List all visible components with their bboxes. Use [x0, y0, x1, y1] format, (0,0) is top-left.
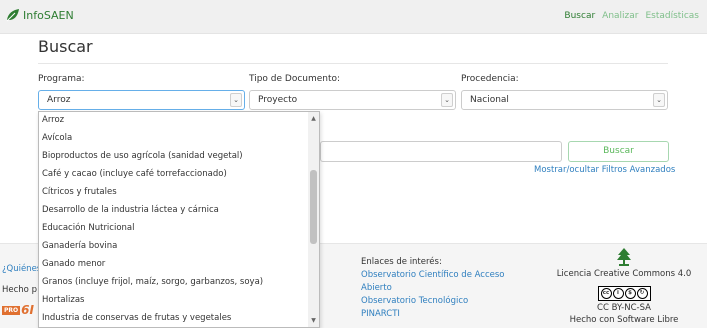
- cc-sa-icon: ↻: [636, 288, 648, 299]
- dropdown-option[interactable]: Café y cacao (incluye café torrefacciona…: [42, 165, 227, 183]
- dropdown-option[interactable]: Bioproductos de uso agrícola (sanidad ve…: [42, 147, 243, 165]
- dropdown-option[interactable]: Desarrollo de la industria láctea y cárn…: [42, 201, 219, 219]
- dropdown-option[interactable]: Arroz: [42, 112, 64, 129]
- nav-link-estadisticas[interactable]: Estadísticas: [645, 11, 699, 21]
- nav-links: Buscar Analizar Estadísticas: [564, 11, 699, 21]
- license-area: Licencia Creative Commons 4.0 cc i $ ↻ C…: [548, 248, 700, 325]
- toggle-advanced-filters-link[interactable]: Mostrar/ocultar Filtros Avanzados: [534, 165, 675, 175]
- footer-link-pinarcti[interactable]: PINARCTI: [361, 309, 400, 319]
- page-title: Buscar: [38, 37, 93, 56]
- brand-name: InfoSAEN: [23, 8, 74, 22]
- programa-dropdown-list: Arroz Avícola Bioproductos de uso agríco…: [38, 111, 320, 328]
- search-input[interactable]: [320, 141, 562, 162]
- dropdown-option[interactable]: Ganadería bovina: [42, 237, 117, 255]
- dropdown-option[interactable]: Educación Nutricional: [42, 219, 135, 237]
- dropdown-option[interactable]: Ganado menor: [42, 255, 105, 273]
- cc-icon: cc: [600, 288, 612, 299]
- procedencia-select-value: Nacional: [470, 95, 509, 105]
- leaf-icon: [6, 9, 19, 22]
- footer-link-observatorio-cientifico[interactable]: Observatorio Científico de Acceso: [361, 270, 505, 280]
- tree-icon: [617, 248, 631, 266]
- cc-by-icon: i: [612, 288, 624, 299]
- dropdown-option[interactable]: Hortalizas: [42, 291, 84, 309]
- chevron-down-icon: ⌄: [230, 93, 242, 107]
- partner-logo: PRO 6I: [2, 303, 34, 317]
- scroll-down-icon[interactable]: ▼: [308, 315, 319, 326]
- license-short: CC BY-NC-SA: [597, 303, 651, 313]
- cc-nc-icon: $: [624, 288, 636, 299]
- procedencia-label: Procedencia:: [461, 74, 519, 84]
- tipo-documento-label: Tipo de Documento:: [249, 74, 341, 84]
- search-button[interactable]: Buscar: [568, 141, 669, 162]
- chevron-down-icon: ⌄: [441, 93, 453, 107]
- about-link[interactable]: ¿Quiénes: [2, 264, 41, 274]
- divider: [38, 63, 668, 64]
- dropdown-option[interactable]: Avícola: [42, 129, 72, 147]
- license-text: Licencia Creative Commons 4.0: [556, 269, 692, 279]
- dropdown-option[interactable]: Granos (incluye frijol, maíz, sorgo, gar…: [42, 273, 263, 291]
- programa-label: Programa:: [38, 74, 85, 84]
- tipo-documento-select-value: Proyecto: [258, 95, 298, 105]
- dropdown-scrollbar[interactable]: ▲ ▼: [308, 112, 319, 327]
- tipo-documento-select[interactable]: Proyecto ⌄: [249, 90, 456, 110]
- nav-link-analizar[interactable]: Analizar: [602, 11, 638, 21]
- scroll-up-icon[interactable]: ▲: [308, 113, 319, 124]
- software-libre-text: Hecho con Software Libre: [569, 315, 679, 325]
- made-by-text: Hecho p: [2, 285, 37, 295]
- links-title: Enlaces de interés:: [361, 257, 442, 267]
- dropdown-option[interactable]: Cítricos y frutales: [42, 183, 117, 201]
- dropdown-option[interactable]: Industria de conservas de frutas y veget…: [42, 309, 231, 327]
- nav-link-buscar[interactable]: Buscar: [564, 11, 595, 21]
- scrollbar-thumb[interactable]: [310, 170, 317, 244]
- chevron-down-icon: ⌄: [653, 93, 665, 107]
- programa-select[interactable]: Arroz ⌄: [38, 90, 245, 110]
- cc-license-badge[interactable]: cc i $ ↻: [597, 286, 651, 301]
- partner-logo-text: 6I: [21, 303, 34, 317]
- footer-link-observatorio-tecnologico[interactable]: Observatorio Tecnológico: [361, 296, 468, 306]
- programa-select-value: Arroz: [47, 95, 71, 105]
- procedencia-select[interactable]: Nacional ⌄: [461, 90, 668, 110]
- partner-logo-badge: PRO: [2, 306, 21, 315]
- footer-link-abierto[interactable]: Abierto: [361, 283, 392, 293]
- brand-link[interactable]: InfoSAEN: [6, 8, 74, 22]
- navbar: InfoSAEN Buscar Analizar Estadísticas: [0, 0, 707, 34]
